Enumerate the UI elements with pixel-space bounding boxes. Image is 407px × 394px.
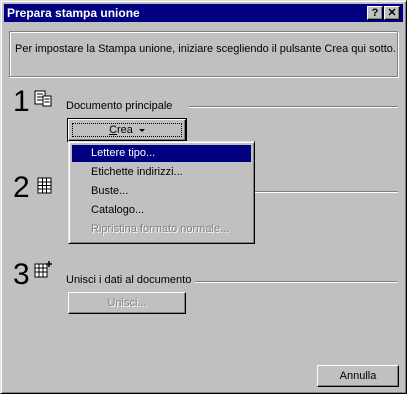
help-button[interactable]: ?: [367, 6, 383, 20]
cancel-label: Annulla: [339, 370, 377, 382]
merge-icon: [34, 261, 52, 278]
menu-item-etichette-indirizzi[interactable]: Etichette indirizzi...: [72, 164, 251, 181]
instructions-box: Per impostare la Stampa unione, iniziare…: [9, 31, 398, 77]
step-label-1: Documento principale: [66, 100, 173, 112]
cancel-button[interactable]: Annulla: [317, 365, 399, 387]
crea-dropdown-menu: Lettere tipo... Etichette indirizzi... B…: [68, 141, 255, 244]
close-button[interactable]: ✕: [384, 6, 400, 20]
menu-item-buste[interactable]: Buste...: [72, 183, 251, 200]
instructions-text: Per impostare la Stampa unione, iniziare…: [15, 43, 396, 55]
menu-item-ripristina-formato: Ripristina formato normale...: [91, 223, 230, 235]
unisci-label: Unisci...: [107, 297, 147, 309]
step-number-3: 3: [13, 258, 30, 291]
menu-item-lettere-tipo[interactable]: Lettere tipo...: [72, 145, 251, 162]
step-number-1: 1: [13, 85, 30, 118]
data-source-icon: [37, 177, 52, 194]
mail-merge-dialog: Prepara stampa unione ? ✕ Per impostare …: [0, 0, 407, 394]
crea-button[interactable]: Crea: [67, 118, 187, 142]
separator-1: [189, 106, 398, 108]
step-number-2: 2: [13, 171, 30, 204]
unisci-button[interactable]: Unisci...: [68, 292, 186, 314]
separator-3: [195, 281, 398, 283]
window-title: Prepara stampa unione: [7, 6, 140, 20]
separator-2: [255, 191, 398, 193]
step-label-3: Unisci i dati al documento: [66, 274, 192, 286]
title-bar[interactable]: Prepara stampa unione ? ✕: [4, 4, 403, 22]
crea-label: Crea: [69, 124, 185, 136]
dropdown-arrow-icon: [138, 128, 145, 132]
menu-item-catalogo[interactable]: Catalogo...: [72, 202, 251, 219]
document-icon: [34, 90, 52, 107]
